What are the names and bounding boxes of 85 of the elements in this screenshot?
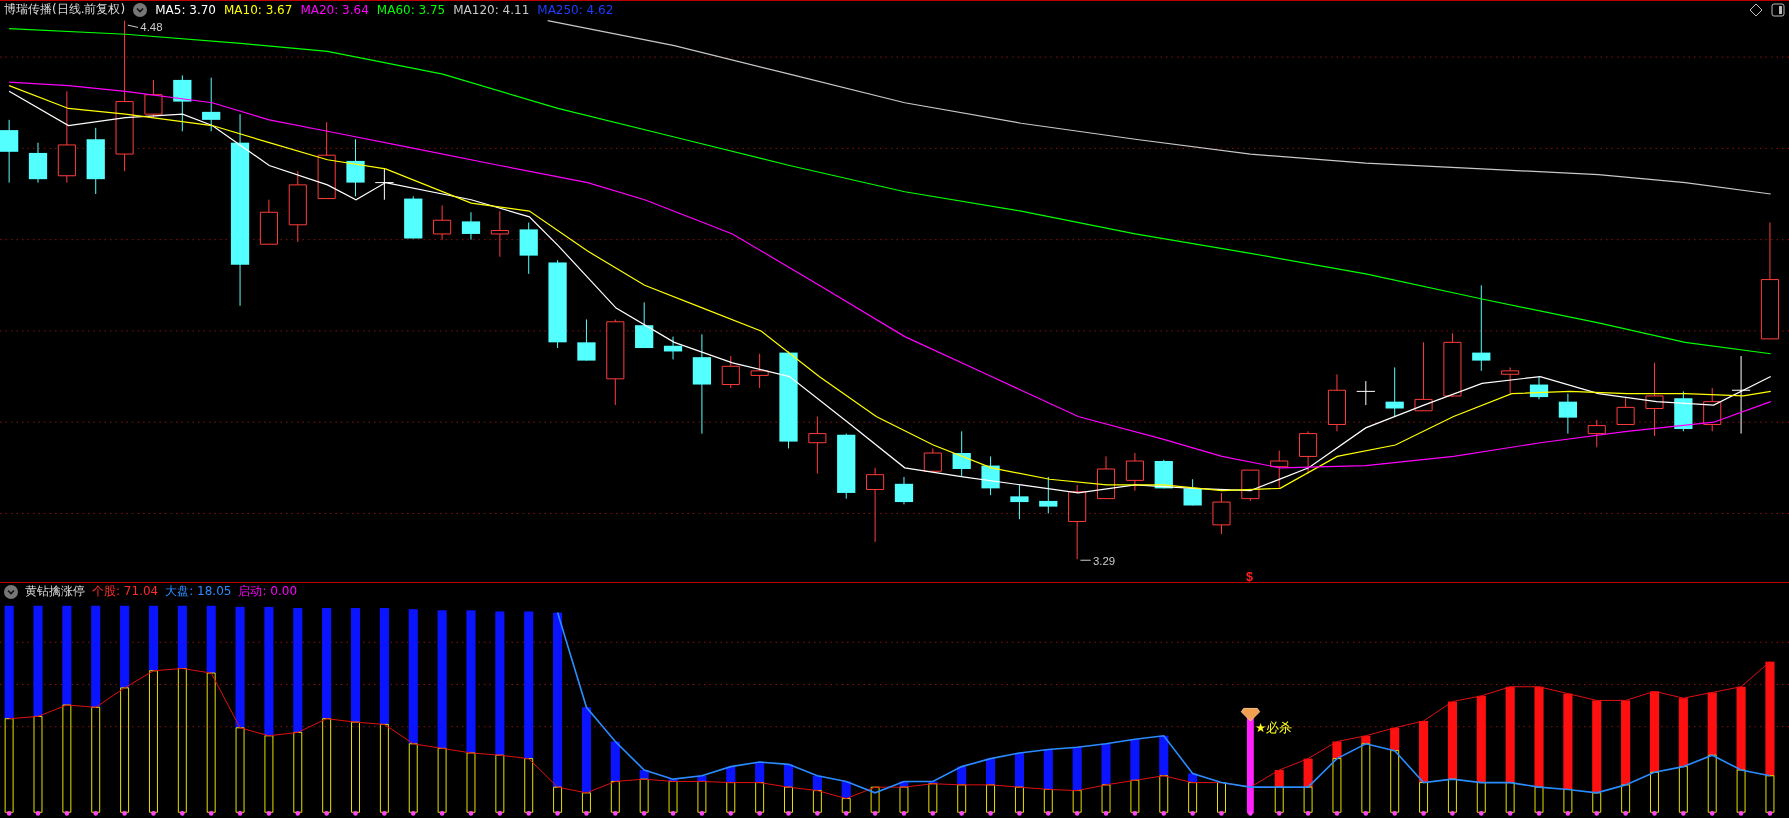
indicator-bar <box>639 770 649 816</box>
candlestick <box>0 119 19 184</box>
moving-average-value: MA20: 3.64 <box>300 2 369 17</box>
indicator-bar <box>1188 773 1198 816</box>
candlestick <box>981 455 1000 496</box>
indicator-title: 黄钻擒涨停 <box>25 583 85 600</box>
candlestick <box>952 430 971 478</box>
candlestick <box>750 353 769 389</box>
candlestick <box>808 416 827 475</box>
indicator-bar <box>812 775 822 816</box>
signal-marker: $ <box>1245 569 1253 582</box>
candlestick <box>1010 484 1029 520</box>
diamond-icon[interactable] <box>1749 2 1763 17</box>
indicator-bar <box>841 781 851 816</box>
candlestick <box>1385 366 1404 417</box>
indicator-value: 个股: 71.04 <box>92 583 159 600</box>
candlestick <box>1183 478 1202 506</box>
candlestick <box>202 77 221 132</box>
candlestick <box>1616 396 1635 425</box>
indicator-value: 大盘: 18.05 <box>165 583 232 600</box>
candlestick <box>635 301 654 349</box>
candlestick <box>1096 455 1116 500</box>
moving-average-value: MA120: 4.11 <box>453 2 530 17</box>
indicator-bar <box>899 781 909 816</box>
candlestick <box>1327 373 1346 432</box>
candlestick <box>923 447 942 472</box>
dropdown-icon[interactable] <box>133 2 148 17</box>
candlestick <box>1414 341 1433 412</box>
candlestick <box>259 199 278 245</box>
candlestick <box>894 476 914 505</box>
candlestick <box>1356 380 1376 406</box>
moving-average-value: MA60: 3.75 <box>376 2 446 17</box>
signal-label: ★必杀 <box>1255 720 1293 736</box>
low-price-label: 3.29 <box>1093 554 1116 567</box>
candlestick <box>461 211 481 241</box>
candlestick <box>1212 492 1231 535</box>
candlestick <box>490 210 509 258</box>
indicator-bar <box>697 775 707 816</box>
candlestick <box>1587 419 1606 448</box>
candlestick <box>721 355 740 389</box>
indicator-bar <box>1043 749 1053 816</box>
indicator-bar <box>986 758 996 816</box>
candlestick <box>519 222 538 275</box>
indicator-bar <box>1274 770 1284 816</box>
candlestick <box>1443 332 1462 398</box>
indicator-bar <box>783 764 794 816</box>
moving-average-value: MA250: 4.62 <box>537 2 614 17</box>
indicator-bar <box>870 786 880 816</box>
indicator-value: 启动: 0.00 <box>238 583 297 600</box>
candlestick <box>1529 376 1549 400</box>
candlestick <box>28 142 48 184</box>
candlestick <box>1039 476 1058 514</box>
indicator-bar <box>957 766 967 816</box>
candlestick <box>663 336 683 360</box>
candlestick <box>1299 430 1318 475</box>
candlestick <box>1703 387 1722 432</box>
candlestick <box>173 74 192 132</box>
candlestick <box>1674 390 1693 432</box>
high-price-label: 4.48 <box>140 20 163 33</box>
indicator-bar <box>1217 782 1226 816</box>
panel-toggle-icon[interactable] <box>1771 2 1785 17</box>
candlestick <box>1125 452 1144 492</box>
candlestick <box>1558 393 1577 435</box>
indicator-bar <box>755 762 765 816</box>
candlestick <box>433 204 452 241</box>
candlestick <box>374 168 394 201</box>
candlestick <box>1241 469 1260 502</box>
candlestick <box>404 195 423 239</box>
candlestick <box>1501 366 1520 395</box>
candlestick <box>86 127 105 195</box>
indicator-bar <box>928 781 938 816</box>
candlestick <box>837 433 856 500</box>
indicator-bar <box>1014 752 1024 816</box>
moving-average-value: MA10: 3.67 <box>223 2 293 17</box>
diamond-icon <box>1240 707 1261 722</box>
indicator-bar <box>1303 758 1313 816</box>
candlestick <box>346 138 365 197</box>
dropdown-icon[interactable] <box>4 584 18 599</box>
indicator-bar <box>726 766 736 816</box>
indicator-bar <box>1072 747 1082 816</box>
chart-title: 博瑞传播(日线.前复权) <box>4 1 126 18</box>
indicator-bar <box>668 779 678 816</box>
candlestick <box>1270 450 1289 489</box>
candlestick <box>577 319 596 362</box>
moving-average-value: MA5: 3.70 <box>155 2 216 17</box>
